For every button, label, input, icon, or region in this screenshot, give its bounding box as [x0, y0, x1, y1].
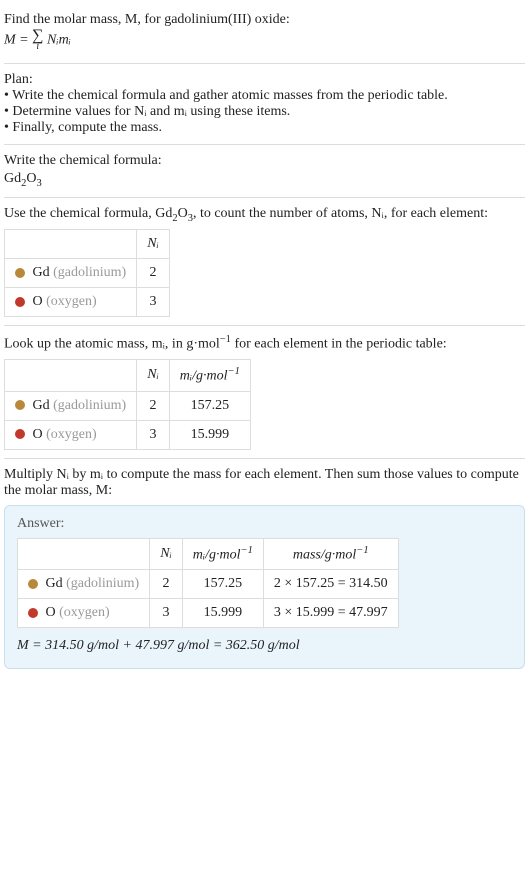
- col-n-header: Nᵢ: [137, 230, 170, 259]
- element-name: (oxygen): [46, 427, 97, 442]
- element-name: (oxygen): [59, 605, 110, 620]
- element-swatch-icon: [15, 429, 25, 439]
- element-swatch-icon: [28, 579, 38, 589]
- element-swatch-icon: [15, 297, 25, 307]
- element-symbol: Gd: [46, 576, 63, 591]
- m-value: 15.999: [182, 599, 263, 628]
- chemical-formula: Gd2O3: [4, 171, 525, 189]
- empty-header: [5, 360, 137, 392]
- step-formula-heading: Write the chemical formula:: [4, 153, 525, 169]
- answer-label: Answer:: [17, 516, 512, 532]
- mass-value: 3 × 15.999 = 47.997: [263, 599, 398, 628]
- plan-item: Write the chemical formula and gather at…: [4, 88, 525, 104]
- element-cell: Gd (gadolinium): [5, 259, 137, 288]
- col-mass-header: mass/g·mol−1: [263, 538, 398, 570]
- empty-header: [18, 538, 150, 570]
- table-row: Gd (gadolinium) 2 157.25 2 × 157.25 = 31…: [18, 570, 399, 599]
- element-name: (gadolinium): [66, 576, 139, 591]
- element-symbol: O: [33, 294, 43, 309]
- prompt-section: Find the molar mass, M, for gadolinium(I…: [4, 4, 525, 64]
- step-compute-section: Multiply Nᵢ by mᵢ to compute the mass fo…: [4, 459, 525, 678]
- col-n-header: Nᵢ: [150, 538, 183, 570]
- table-header-row: Nᵢ: [5, 230, 170, 259]
- step-mass-section: Look up the atomic mass, mᵢ, in g·mol−1 …: [4, 326, 525, 458]
- step-formula-section: Write the chemical formula: Gd2O3: [4, 145, 525, 198]
- element-cell: Gd (gadolinium): [5, 391, 137, 420]
- element-name: (gadolinium): [53, 265, 126, 280]
- m-value: 157.25: [182, 570, 263, 599]
- element-cell: Gd (gadolinium): [18, 570, 150, 599]
- mass-value: 2 × 157.25 = 314.50: [263, 570, 398, 599]
- final-result: M = 314.50 g/mol + 47.997 g/mol = 362.50…: [17, 638, 512, 654]
- prompt-formula: M = ∑i Nᵢmᵢ: [4, 30, 525, 51]
- step-count-section: Use the chemical formula, Gd2O3, to coun…: [4, 198, 525, 327]
- n-value: 3: [137, 288, 170, 317]
- element-cell: O (oxygen): [18, 599, 150, 628]
- element-cell: O (oxygen): [5, 420, 137, 449]
- element-name: (gadolinium): [53, 398, 126, 413]
- col-m-header: mᵢ/g·mol−1: [169, 360, 250, 392]
- element-symbol: Gd: [33, 398, 50, 413]
- formula-lhs: M =: [4, 33, 32, 48]
- answer-table: Nᵢ mᵢ/g·mol−1 mass/g·mol−1 Gd (gadoliniu…: [17, 538, 399, 629]
- table-row: O (oxygen) 3 15.999 3 × 15.999 = 47.997: [18, 599, 399, 628]
- answer-box: Answer: Nᵢ mᵢ/g·mol−1 mass/g·mol−1 Gd (g…: [4, 505, 525, 670]
- element-symbol: Gd: [33, 265, 50, 280]
- element-symbol: O: [46, 605, 56, 620]
- col-n-header: Nᵢ: [137, 360, 170, 392]
- n-value: 3: [137, 420, 170, 449]
- sigma-icon: ∑i: [32, 30, 43, 51]
- n-value: 2: [137, 391, 170, 420]
- table-row: Gd (gadolinium) 2: [5, 259, 170, 288]
- m-value: 157.25: [169, 391, 250, 420]
- table-row: O (oxygen) 3: [5, 288, 170, 317]
- table-header-row: Nᵢ mᵢ/g·mol−1: [5, 360, 251, 392]
- mass-table: Nᵢ mᵢ/g·mol−1 Gd (gadolinium) 2 157.25 O…: [4, 359, 251, 450]
- element-swatch-icon: [15, 268, 25, 278]
- plan-item: Determine values for Nᵢ and mᵢ using the…: [4, 104, 525, 120]
- plan-item: Finally, compute the mass.: [4, 120, 525, 136]
- n-value: 2: [137, 259, 170, 288]
- plan-heading: Plan:: [4, 72, 525, 88]
- table-row: Gd (gadolinium) 2 157.25: [5, 391, 251, 420]
- formula-rhs: Nᵢmᵢ: [44, 33, 71, 48]
- empty-header: [5, 230, 137, 259]
- m-value: 15.999: [169, 420, 250, 449]
- count-table: Nᵢ Gd (gadolinium) 2 O (oxygen) 3: [4, 229, 170, 317]
- step-mass-heading: Look up the atomic mass, mᵢ, in g·mol−1 …: [4, 334, 525, 353]
- element-symbol: O: [33, 427, 43, 442]
- element-name: (oxygen): [46, 294, 97, 309]
- table-row: O (oxygen) 3 15.999: [5, 420, 251, 449]
- plan-list: Write the chemical formula and gather at…: [4, 88, 525, 136]
- element-swatch-icon: [15, 400, 25, 410]
- col-m-header: mᵢ/g·mol−1: [182, 538, 263, 570]
- n-value: 2: [150, 570, 183, 599]
- step-count-heading: Use the chemical formula, Gd2O3, to coun…: [4, 206, 525, 224]
- element-cell: O (oxygen): [5, 288, 137, 317]
- n-value: 3: [150, 599, 183, 628]
- step-compute-heading: Multiply Nᵢ by mᵢ to compute the mass fo…: [4, 467, 525, 499]
- prompt-line1: Find the molar mass, M, for gadolinium(I…: [4, 12, 525, 28]
- table-header-row: Nᵢ mᵢ/g·mol−1 mass/g·mol−1: [18, 538, 399, 570]
- element-swatch-icon: [28, 608, 38, 618]
- plan-section: Plan: Write the chemical formula and gat…: [4, 64, 525, 145]
